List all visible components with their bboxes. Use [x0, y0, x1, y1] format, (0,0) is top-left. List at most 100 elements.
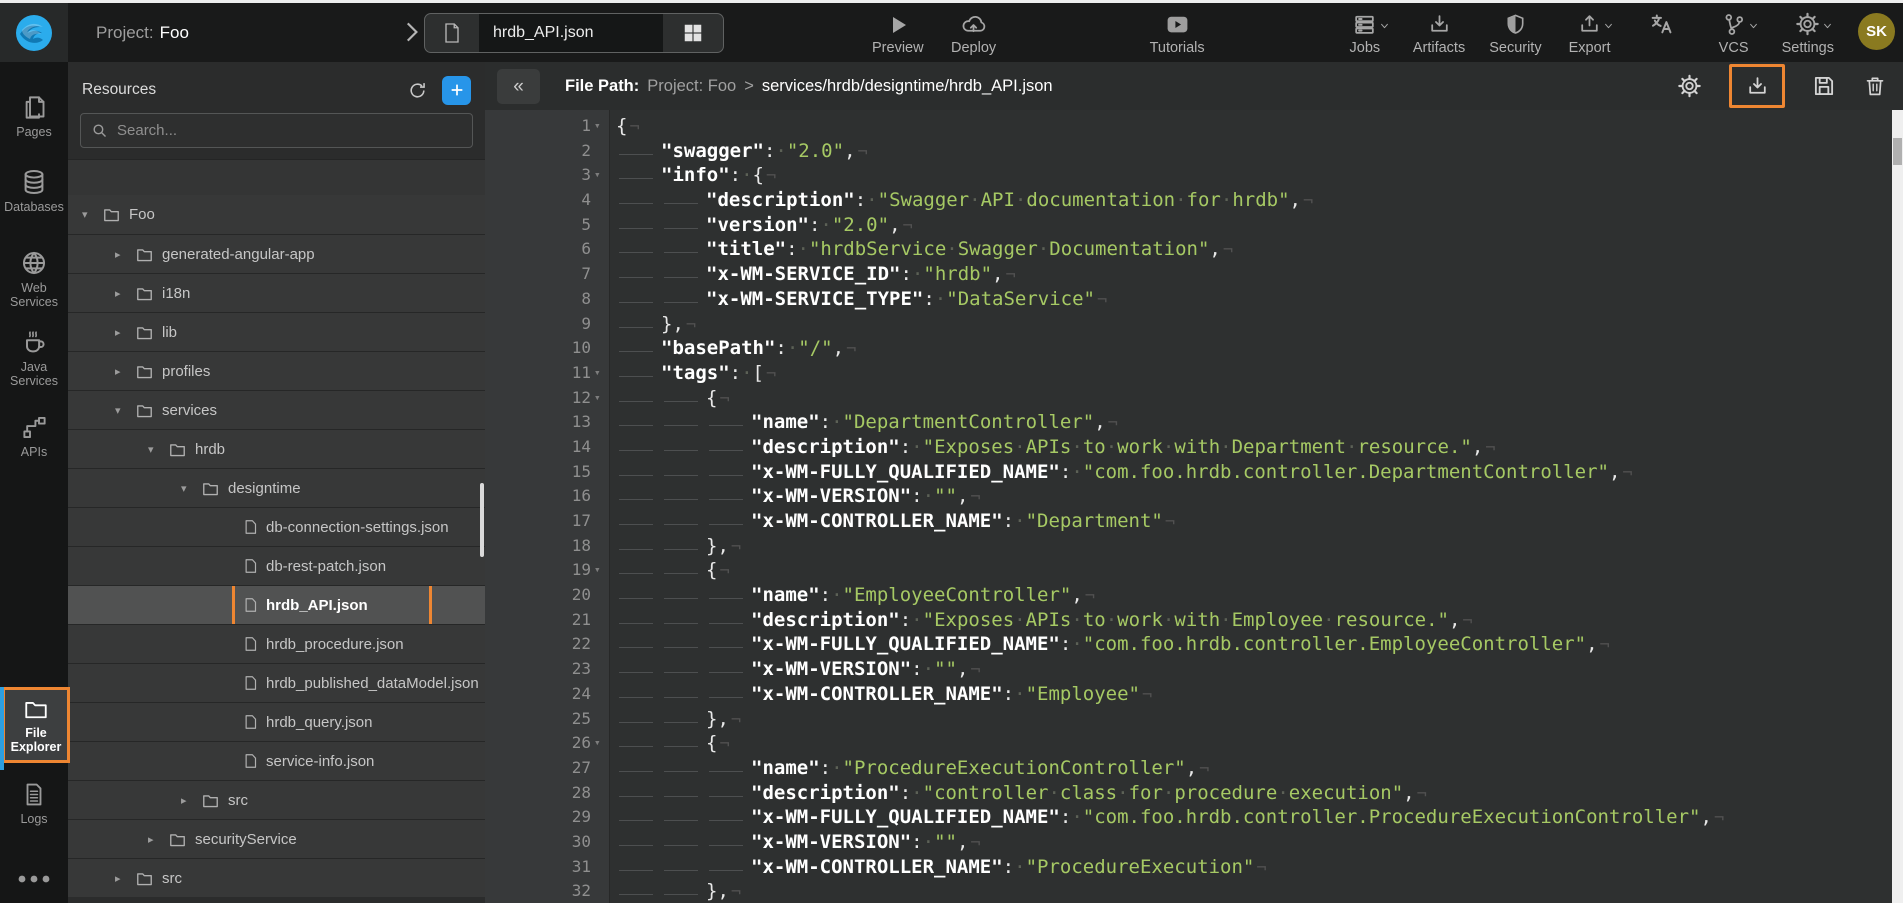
expand-arrow-icon[interactable]: ▸: [148, 833, 163, 846]
tray-up-icon: [1577, 12, 1602, 37]
tree-item-db-connection-settings.json[interactable]: db-connection-settings.json: [68, 507, 485, 546]
editor-scrollbar[interactable]: [1892, 110, 1903, 903]
add-resource-button[interactable]: [442, 76, 471, 105]
fold-arrow-icon[interactable]: ▾: [591, 163, 608, 188]
expand-arrow-icon[interactable]: ▸: [115, 287, 130, 300]
line-number: 15: [485, 460, 591, 485]
tree-item-hrdb_API.json[interactable]: hrdb_API.json: [68, 585, 485, 624]
expand-arrow-icon[interactable]: ▸: [115, 365, 130, 378]
refresh-icon[interactable]: [407, 80, 428, 101]
download-button[interactable]: [1729, 64, 1785, 108]
tree-folder-icon: [135, 324, 154, 341]
tree-scrollbar[interactable]: [480, 483, 484, 557]
code-line: 22"x-WM-FULLY_QUALIFIED_NAME":·"com.foo.…: [485, 632, 1903, 657]
rail-item-java-services[interactable]: JavaServices: [0, 322, 68, 394]
fold-arrow-icon[interactable]: ▾: [591, 558, 608, 583]
expand-arrow-icon[interactable]: ▾: [82, 208, 97, 221]
tree-item-hrdb[interactable]: ▾hrdb: [68, 429, 485, 468]
topbar-tutorials-button[interactable]: Tutorials: [1150, 11, 1205, 56]
line-number: 25: [485, 707, 591, 732]
expand-arrow-icon[interactable]: ▾: [148, 443, 163, 456]
topbar-security-button[interactable]: Security: [1489, 11, 1541, 56]
tree-item-lib[interactable]: ▸lib: [68, 312, 485, 351]
code-line: 3▾"info":·{: [485, 163, 1903, 188]
video-icon: [1165, 12, 1190, 37]
tree-file-icon: [243, 713, 258, 731]
tree-item-i18n[interactable]: ▸i18n: [68, 273, 485, 312]
code-line: 1▾{: [485, 114, 1903, 139]
code-line: 23"x-WM-VERSION":·"",: [485, 657, 1903, 682]
fold-arrow-icon[interactable]: ▾: [591, 114, 608, 139]
rail-item-apis[interactable]: APIs: [0, 408, 68, 465]
save-button[interactable]: [1811, 73, 1837, 99]
tree-item-securityService[interactable]: ▸securityService: [68, 819, 485, 858]
code-line: 17"x-WM-CONTROLLER_NAME":·"Department": [485, 509, 1903, 534]
tree-item-hrdb_published_dataModel.json[interactable]: hrdb_published_dataModel.json: [68, 663, 485, 702]
editor-toolbar: [1676, 62, 1887, 110]
editor-scrollbar-thumb[interactable]: [1893, 138, 1902, 165]
tree-item-designtime[interactable]: ▾designtime: [68, 468, 485, 507]
tree-item-src[interactable]: ▸src: [68, 858, 485, 897]
apis-icon: [21, 414, 48, 441]
topbar-vcs-button[interactable]: VCS: [1710, 11, 1758, 56]
tree-item-services[interactable]: ▾services: [68, 390, 485, 429]
topbar-i18n-button[interactable]: I18N: [1638, 11, 1686, 37]
search-input[interactable]: [117, 122, 462, 139]
window-top-edge: [0, 0, 1903, 3]
wavemaker-logo-icon: [14, 13, 54, 53]
tree-item-hrdb_query.json[interactable]: hrdb_query.json: [68, 702, 485, 741]
logo-tile[interactable]: [0, 3, 68, 62]
tree-item-profiles[interactable]: ▸profiles: [68, 351, 485, 390]
active-indicator-bar: [0, 687, 4, 770]
rail-item-pages[interactable]: Pages: [0, 88, 68, 145]
open-file-tab[interactable]: hrdb_API.json: [424, 13, 724, 53]
collapse-panel-button[interactable]: «: [497, 69, 540, 104]
code-line: 20"name":·"EmployeeController",: [485, 583, 1903, 608]
tree-item-db-rest-patch.json[interactable]: db-rest-patch.json: [68, 546, 485, 585]
tray-down-icon: [1745, 74, 1770, 99]
code-line: 18},: [485, 534, 1903, 559]
line-number: 28: [485, 781, 591, 806]
gear-icon: [1676, 73, 1703, 99]
user-avatar[interactable]: SK: [1858, 13, 1895, 50]
rail-item-file-explorer[interactable]: FileExplorer: [2, 687, 70, 763]
topbar-settings-button[interactable]: Settings: [1782, 11, 1834, 56]
trash-icon: [1863, 73, 1887, 99]
code-line: 21"description":·"Exposes·APIs·to·work·w…: [485, 608, 1903, 633]
tree-item-hrdb_procedure.json[interactable]: hrdb_procedure.json: [68, 624, 485, 663]
fold-arrow-icon[interactable]: ▾: [591, 386, 608, 411]
expand-arrow-icon[interactable]: ▸: [115, 326, 130, 339]
delete-button[interactable]: [1863, 73, 1887, 99]
rail-item-more[interactable]: [0, 868, 68, 890]
topbar-deploy-button[interactable]: Deploy: [950, 11, 998, 56]
topbar-jobs-button[interactable]: Jobs: [1341, 11, 1389, 56]
tree-item-generated-angular-app[interactable]: ▸generated-angular-app: [68, 234, 485, 273]
tree-item-src[interactable]: ▸src: [68, 780, 485, 819]
settings-button[interactable]: [1676, 73, 1703, 99]
tree-item-service-info.json[interactable]: service-info.json: [68, 741, 485, 780]
line-number: 24: [485, 682, 591, 707]
expand-arrow-icon[interactable]: ▸: [115, 872, 130, 885]
code-editor[interactable]: 1▾{2"swagger":·"2.0",3▾"info":·{4"descri…: [485, 110, 1903, 903]
fold-arrow-icon[interactable]: ▾: [591, 731, 608, 756]
rail-item-web-services[interactable]: WebServices: [0, 243, 68, 315]
tree-folder-icon: [135, 870, 154, 887]
grid-icon[interactable]: [663, 14, 723, 52]
topbar-preview-button[interactable]: Preview: [872, 11, 924, 56]
topbar-artifacts-button[interactable]: Artifacts: [1413, 11, 1465, 56]
topbar-export-button[interactable]: Export: [1566, 11, 1614, 56]
line-number: 6: [485, 237, 591, 262]
expand-arrow-icon[interactable]: ▾: [181, 482, 196, 495]
expand-arrow-icon[interactable]: ▸: [115, 248, 130, 261]
tree-item-Foo[interactable]: ▾Foo: [68, 195, 485, 234]
rail-item-logs[interactable]: Logs: [0, 775, 68, 832]
expand-arrow-icon[interactable]: ▸: [181, 794, 196, 807]
breadcrumb-chevron-icon[interactable]: [398, 19, 424, 45]
tree-folder-icon: [168, 441, 187, 458]
fold-arrow-icon[interactable]: ▾: [591, 361, 608, 386]
line-number: 20: [485, 583, 591, 608]
rail-item-databases[interactable]: Databases: [0, 162, 68, 220]
code-line: 25},: [485, 707, 1903, 732]
expand-arrow-icon[interactable]: ▾: [115, 404, 130, 417]
file-icon: [425, 14, 479, 52]
